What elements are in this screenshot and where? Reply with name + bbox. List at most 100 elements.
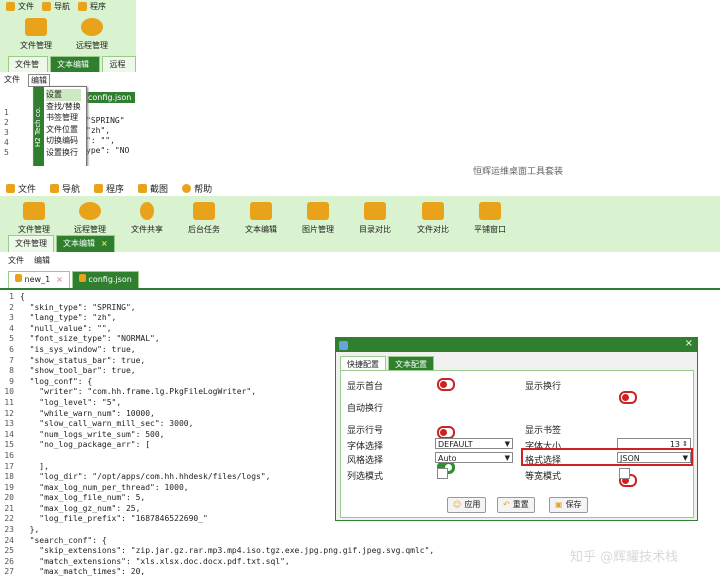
inset-menu-file[interactable]: 文件: [6, 1, 34, 12]
dropdown-item-file-location[interactable]: 文件位置: [46, 124, 81, 136]
code-text: "match_extensions": "xls.xlsx.doc.docx.p…: [20, 556, 290, 566]
code-line: 4 "null_value": "",: [0, 324, 720, 335]
editor-tabs-row: new_1 × config.json: [0, 270, 720, 290]
inset-tab[interactable]: 文件管理: [8, 56, 49, 81]
editor-tabbar: new_1 × config.json: [8, 271, 139, 288]
toggle-show-console[interactable]: [437, 378, 455, 391]
edit-icon: [250, 202, 272, 220]
folder-icon: [25, 18, 47, 36]
text-editor-button[interactable]: 文本编辑: [231, 196, 291, 235]
line-number: 27: [4, 567, 14, 576]
dropdown-item-settings[interactable]: 设置: [46, 89, 81, 101]
toolbar-label: 平铺窗口: [474, 225, 506, 234]
dir-compare-button[interactable]: 目录对比: [345, 196, 405, 235]
close-icon[interactable]: ×: [101, 239, 108, 248]
style-select[interactable]: Auto ▼: [435, 452, 513, 463]
tab-file-manager[interactable]: 文件管理: [8, 235, 54, 252]
checkbox-column-select[interactable]: [437, 468, 448, 479]
code-line: 24 "search_conf": {: [0, 536, 720, 547]
file-compare-button[interactable]: 文件对比: [403, 196, 463, 235]
editor-tab-config[interactable]: config.json: [71, 271, 139, 288]
code-text: "log_dir": "/opt/apps/com.hh.hhdesk/file…: [20, 472, 271, 482]
menu-nav[interactable]: 导航: [50, 182, 80, 195]
code-text: "writer": "com.hh.frame.lg.PkgFileLogWri…: [20, 387, 257, 397]
checkbox-monospace[interactable]: [619, 468, 630, 479]
editor-submenu: 文件 编辑: [8, 255, 50, 266]
inset-tab-active[interactable]: 文本编辑×: [50, 56, 101, 81]
toggle-show-wrap[interactable]: [619, 391, 637, 404]
close-icon[interactable]: ×: [56, 275, 63, 284]
inset-menu-nav[interactable]: 导航: [42, 1, 70, 12]
dropdown-items: 设置 查找/替换 书签管理 文件位置 切换编码 设置换行: [46, 89, 81, 158]
menu-label: 帮助: [194, 184, 213, 195]
code-text: "no_log_package_arr": [: [20, 440, 151, 450]
inset-tab[interactable]: 远程管: [102, 56, 136, 81]
menu-program[interactable]: 程序: [94, 182, 124, 195]
menu-help[interactable]: 帮助: [182, 182, 212, 195]
file-manager-button[interactable]: 文件管理: [4, 196, 64, 235]
toolbar-label: 远程管理: [74, 225, 106, 234]
dialog-body: 显示首台 显示换行 自动换行 显示行号 显示书签 字体选择 DEFAULT ▼ 字…: [340, 370, 694, 518]
dropdown-item-newline[interactable]: 设置换行: [46, 147, 81, 159]
close-icon[interactable]: ×: [685, 338, 693, 349]
code-text: "font_size_type": "NORMAL",: [20, 334, 160, 344]
caption: 恒辉运维桌面工具套装: [473, 167, 564, 177]
background-tasks-button[interactable]: 后台任务: [174, 196, 234, 235]
select-value: DEFAULT: [438, 440, 473, 449]
file-share-button[interactable]: 文件共享: [117, 196, 177, 235]
inset-dropdown: H2 Tech co. 设置 查找/替换 书签管理 文件位置 切换编码 设置换行: [33, 86, 87, 166]
remote-icon: [79, 202, 101, 220]
dropdown-item-encoding[interactable]: 切换编码: [46, 135, 81, 147]
line-number: 5: [9, 334, 14, 344]
line-number: 9: [9, 376, 14, 386]
code-text: "lang_type": "zh",: [20, 313, 117, 323]
remote-manager-button[interactable]: 远程管理: [60, 196, 120, 235]
line-number: 22: [4, 514, 14, 524]
settings-dialog: × 快捷配置 文本配置 显示首台 显示换行 自动换行 显示行号 显示书签 字体选…: [335, 337, 698, 521]
format-select[interactable]: JSON ▼: [617, 452, 691, 463]
chevron-down-icon: ▼: [682, 454, 688, 462]
toolbar-label: 后台任务: [188, 225, 220, 234]
inset-menu-label: 导航: [54, 1, 70, 11]
font-select[interactable]: DEFAULT ▼: [435, 438, 513, 449]
save-button[interactable]: ▣ 保存: [549, 497, 588, 513]
inset-line-numbers: 12345: [4, 108, 9, 157]
code-text: "skip_extensions": "zip.jar.gz.rar.mp3.m…: [20, 546, 435, 556]
submenu-edit[interactable]: 编辑: [34, 255, 50, 266]
button-label: 保存: [565, 500, 582, 509]
line-number: 1: [9, 292, 14, 301]
code-text: "max_log_gz_num": 25,: [20, 503, 141, 513]
editor-tab-new[interactable]: new_1 ×: [8, 271, 70, 288]
share-icon: [140, 202, 154, 220]
inset-remote-button[interactable]: 远程管理: [62, 12, 122, 51]
inset-file-tab[interactable]: config.json: [84, 92, 136, 103]
main-tabbar: 文件管理 文本编辑 ×: [8, 235, 115, 252]
row-label: 显示书签: [525, 426, 562, 436]
submenu-file[interactable]: 文件: [8, 255, 24, 266]
code-text: ],: [20, 461, 49, 471]
row-label: 显示换行: [525, 382, 562, 392]
image-manager-button[interactable]: 图片管理: [288, 196, 348, 235]
apply-button[interactable]: ☺ 应用: [447, 497, 487, 513]
code-text: "while_warn_num": 10000,: [20, 408, 155, 418]
line-number: 25: [4, 546, 14, 556]
select-value: JSON: [620, 454, 640, 463]
inset-menu-program[interactable]: 程序: [78, 1, 106, 12]
row-label: 显示首台: [347, 382, 384, 392]
menu-file[interactable]: 文件: [6, 182, 36, 195]
inset-submenu-file[interactable]: 文件: [4, 74, 20, 87]
reset-button[interactable]: ↶ 重置: [497, 497, 535, 513]
watermark: 知乎 @辉耀技术栈: [570, 550, 679, 565]
inset-file-manager-button[interactable]: 文件管理: [6, 12, 66, 51]
line-number: 12: [4, 408, 14, 418]
menu-label: 文件: [18, 184, 37, 195]
tile-windows-button[interactable]: 平铺窗口: [460, 196, 520, 235]
code-text: "slow_call_warn_mill_sec": 3000,: [20, 419, 194, 429]
dropdown-item-find[interactable]: 查找/替换: [46, 101, 81, 113]
dropdown-item-bookmarks[interactable]: 书签管理: [46, 112, 81, 124]
menu-screenshot[interactable]: 截图: [138, 182, 168, 195]
dialog-titlebar: ×: [336, 338, 697, 352]
line-number: 10: [4, 387, 14, 397]
tab-text-editor[interactable]: 文本编辑 ×: [56, 235, 115, 252]
inset-tab-label: 文本编辑: [57, 60, 90, 69]
